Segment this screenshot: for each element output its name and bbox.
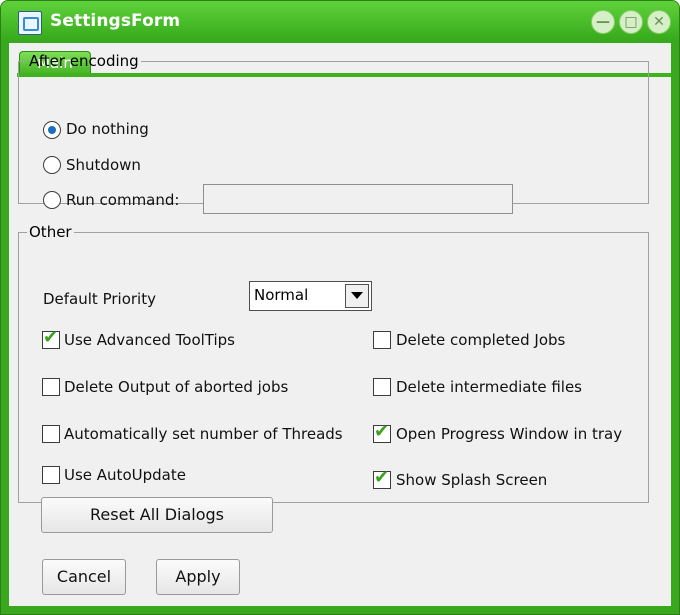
- other-group: Other: [18, 223, 649, 503]
- radio-run-command[interactable]: [43, 191, 61, 209]
- checkbox-auto-threads-label[interactable]: Automatically set number of Threads: [64, 425, 343, 443]
- settings-window: SettingsForm — □ ✕ Main After encoding D…: [0, 0, 680, 615]
- default-priority-label: Default Priority: [43, 290, 156, 308]
- checkbox-progress-tray[interactable]: ✔: [373, 421, 391, 443]
- chevron-down-icon[interactable]: [345, 284, 369, 308]
- checkbox-delete-completed-jobs-label[interactable]: Delete completed Jobs: [396, 331, 565, 349]
- run-command-input[interactable]: [203, 184, 513, 214]
- checkbox-splash-screen[interactable]: ✔: [373, 467, 391, 489]
- radio-do-nothing[interactable]: [43, 121, 61, 139]
- checkbox-progress-tray-label[interactable]: Open Progress Window in tray: [396, 425, 622, 443]
- minimize-button[interactable]: —: [591, 10, 615, 34]
- radio-run-command-label[interactable]: Run command:: [66, 191, 179, 209]
- apply-button[interactable]: Apply: [156, 559, 240, 595]
- checkbox-autoupdate-label[interactable]: Use AutoUpdate: [64, 466, 186, 484]
- app-icon: [18, 11, 42, 35]
- checkbox-advanced-tooltips-label[interactable]: Use Advanced ToolTips: [64, 331, 235, 349]
- checkbox-splash-screen-label[interactable]: Show Splash Screen: [396, 471, 547, 489]
- radio-shutdown[interactable]: [43, 156, 61, 174]
- close-button[interactable]: ✕: [647, 10, 671, 34]
- checkbox-delete-aborted-output[interactable]: ✔: [42, 378, 60, 396]
- after-encoding-legend: After encoding: [29, 52, 139, 70]
- checkmark-icon: ✔: [374, 421, 390, 442]
- checkbox-delete-intermediate-label[interactable]: Delete intermediate files: [396, 378, 582, 396]
- checkmark-icon: ✔: [374, 467, 390, 488]
- checkbox-auto-threads[interactable]: ✔: [42, 425, 60, 443]
- checkbox-advanced-tooltips[interactable]: ✔: [42, 327, 60, 349]
- title-bar[interactable]: SettingsForm — □ ✕: [1, 1, 679, 43]
- checkbox-autoupdate[interactable]: ✔: [42, 466, 60, 484]
- priority-select[interactable]: Normal: [249, 281, 372, 311]
- checkbox-delete-completed-jobs[interactable]: ✔: [373, 331, 391, 349]
- priority-value: Normal: [254, 286, 309, 304]
- radio-do-nothing-label[interactable]: Do nothing: [66, 120, 149, 138]
- radio-shutdown-label[interactable]: Shutdown: [66, 156, 141, 174]
- checkbox-delete-intermediate[interactable]: ✔: [373, 378, 391, 396]
- other-legend: Other: [29, 223, 72, 241]
- reset-all-dialogs-button[interactable]: Reset All Dialogs: [41, 497, 273, 533]
- checkmark-icon: ✔: [43, 327, 59, 348]
- checkbox-delete-aborted-output-label[interactable]: Delete Output of aborted jobs: [64, 378, 288, 396]
- maximize-button[interactable]: □: [619, 10, 643, 34]
- window-title: SettingsForm: [50, 11, 181, 31]
- cancel-button[interactable]: Cancel: [42, 559, 126, 595]
